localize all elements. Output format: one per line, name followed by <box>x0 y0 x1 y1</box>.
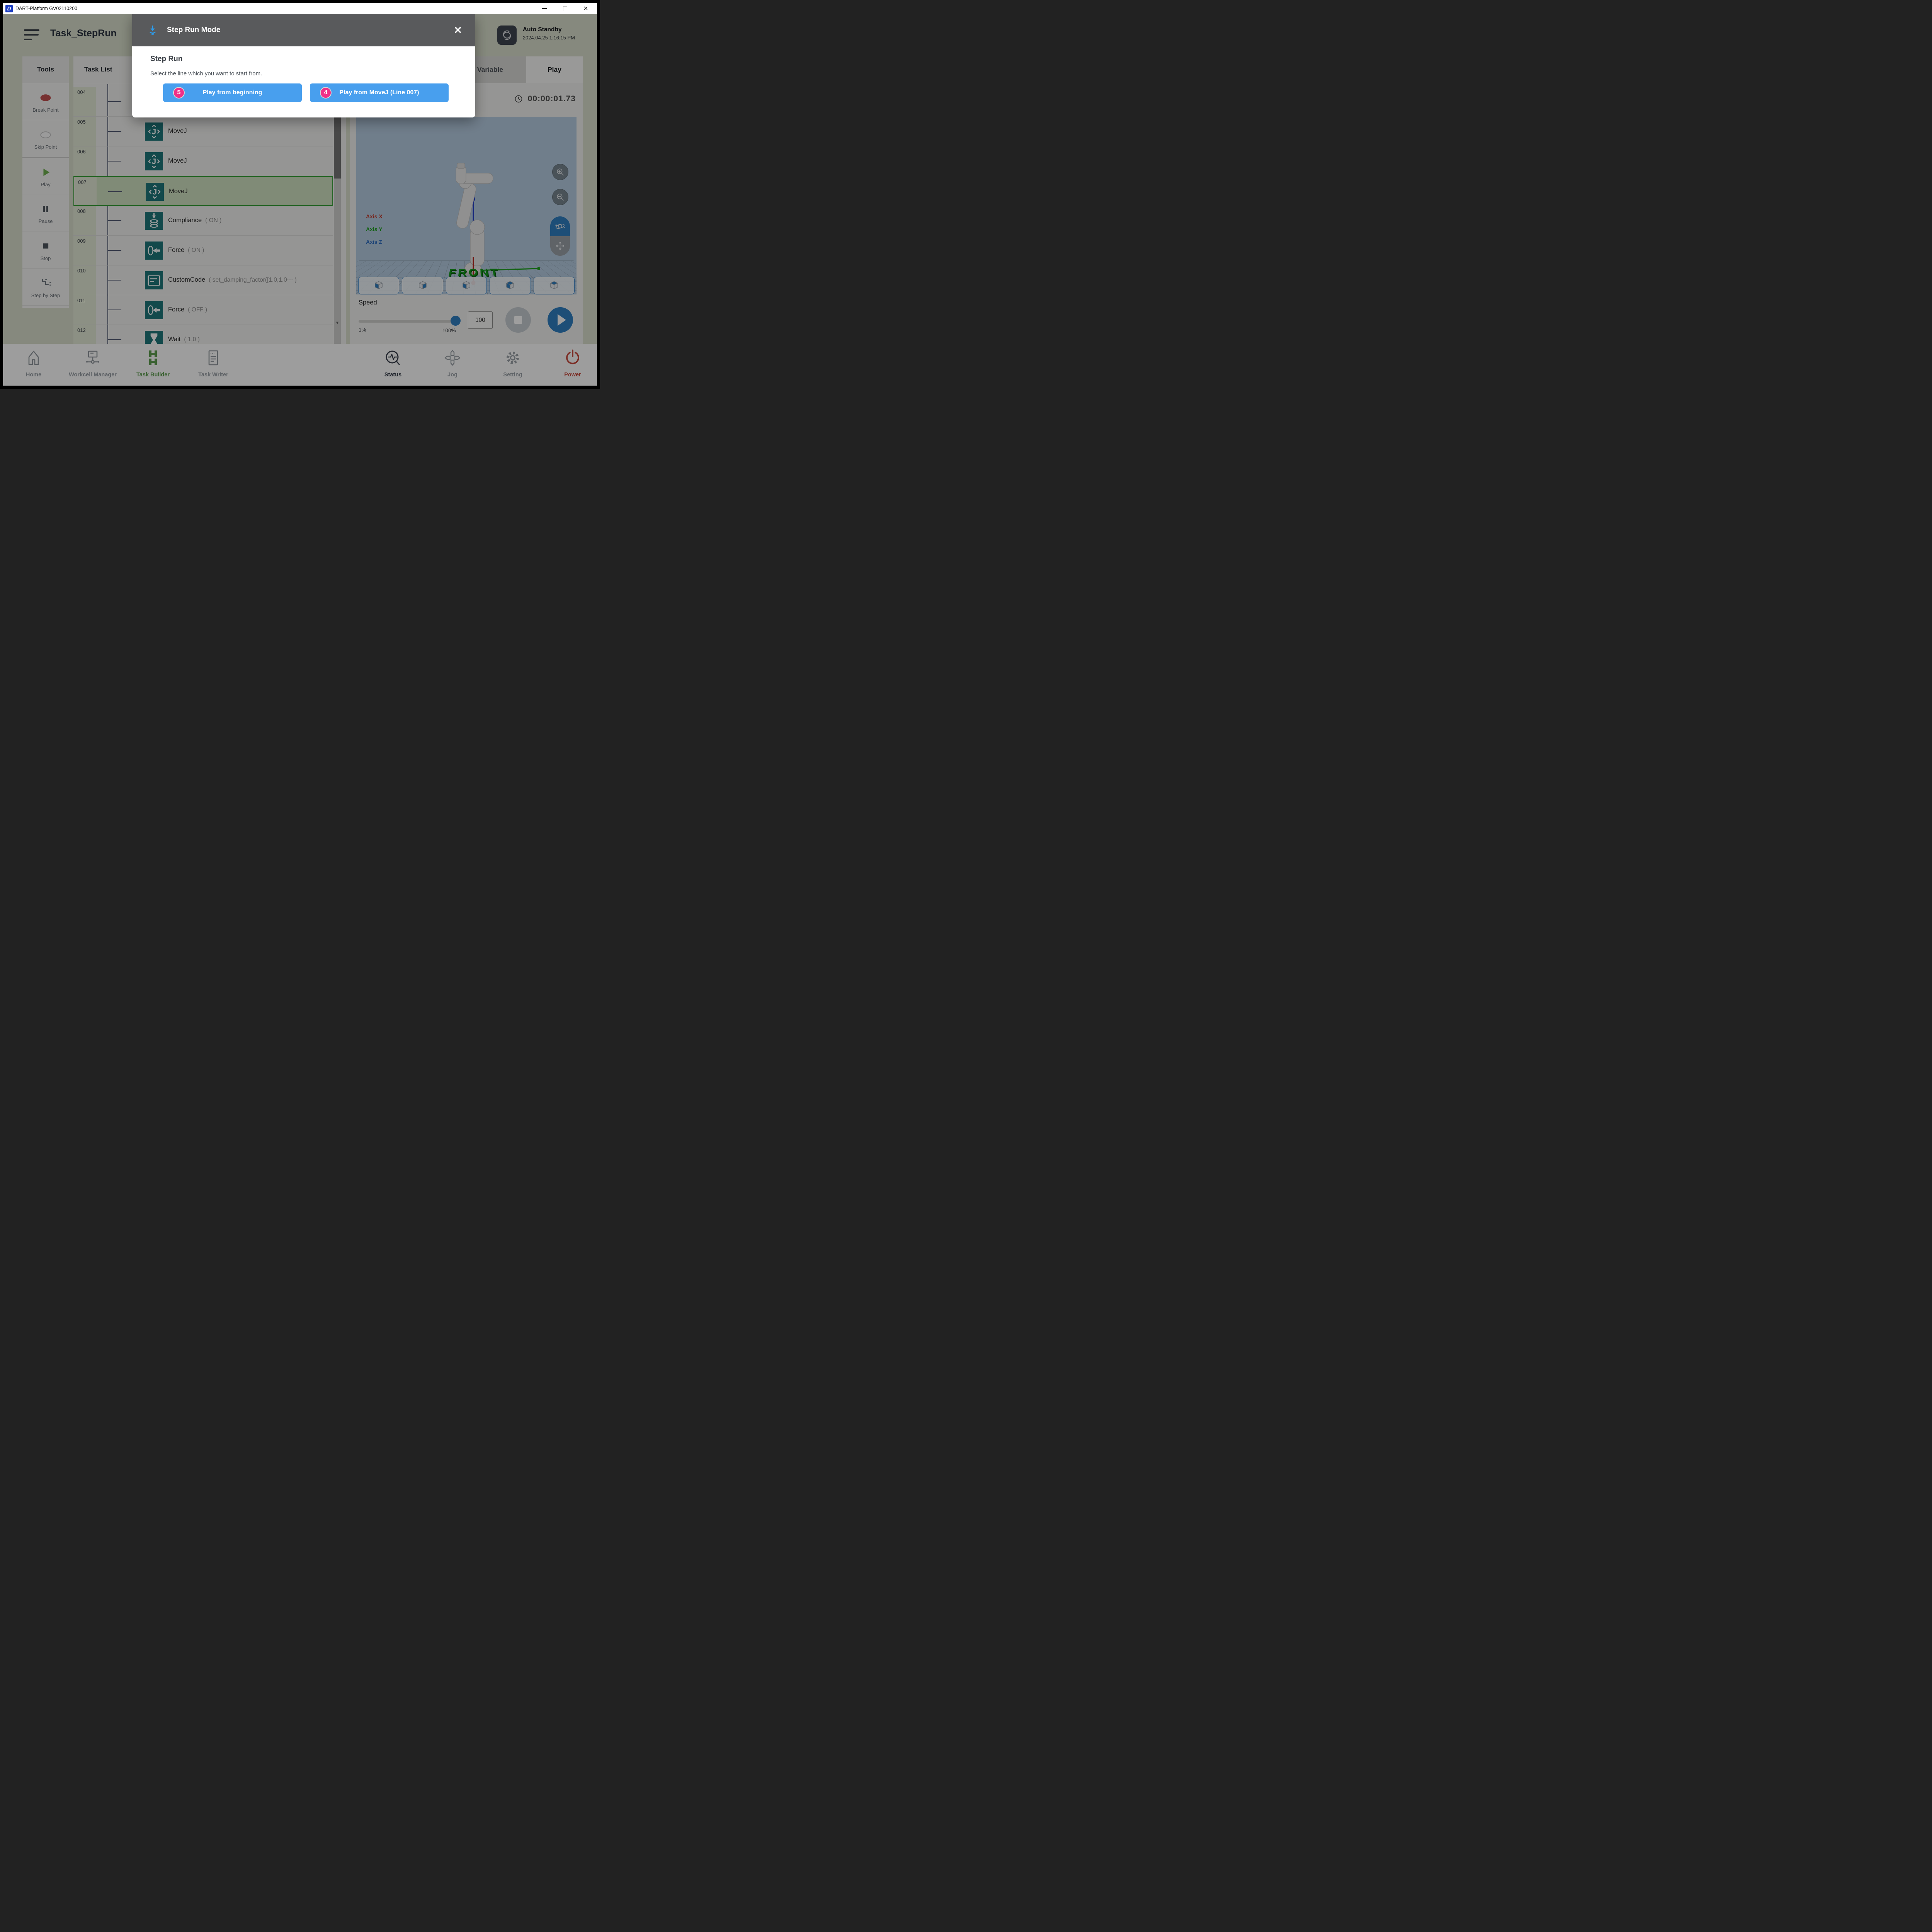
maximize-icon <box>563 6 567 11</box>
dialog-close-button[interactable]: ✕ <box>451 24 465 37</box>
minimize-button[interactable] <box>538 4 550 13</box>
title-bar: D DART-Platform GV02110200 ✕ <box>3 3 597 14</box>
dialog-header: Step Run Mode ✕ <box>132 14 475 46</box>
window-title: DART-Platform GV02110200 <box>15 6 77 11</box>
dialog-subtitle: Select the line which you want to start … <box>150 70 262 77</box>
minimize-icon <box>542 8 547 9</box>
tutorial-badge-4: 4 <box>320 87 332 99</box>
app-area: Task_StepRun Auto Standby 2024.04.25 1:1… <box>3 14 597 386</box>
close-window-button[interactable]: ✕ <box>580 4 592 13</box>
step-run-mode-dialog: Step Run Mode ✕ Step Run Select the line… <box>132 14 475 117</box>
dialog-heading: Step Run <box>150 55 182 63</box>
maximize-button[interactable] <box>559 4 571 13</box>
step-run-icon <box>147 24 158 36</box>
dialog-title: Step Run Mode <box>167 26 220 34</box>
play-from-line-button[interactable]: 4 Play from MoveJ (Line 007) <box>310 83 449 102</box>
app-logo-icon: D <box>5 5 13 12</box>
close-icon: ✕ <box>583 6 588 12</box>
tutorial-badge-5: 5 <box>173 87 185 99</box>
play-from-beginning-button[interactable]: 5 Play from beginning <box>163 83 302 102</box>
screen: D DART-Platform GV02110200 ✕ Task_StepRu… <box>0 0 600 389</box>
